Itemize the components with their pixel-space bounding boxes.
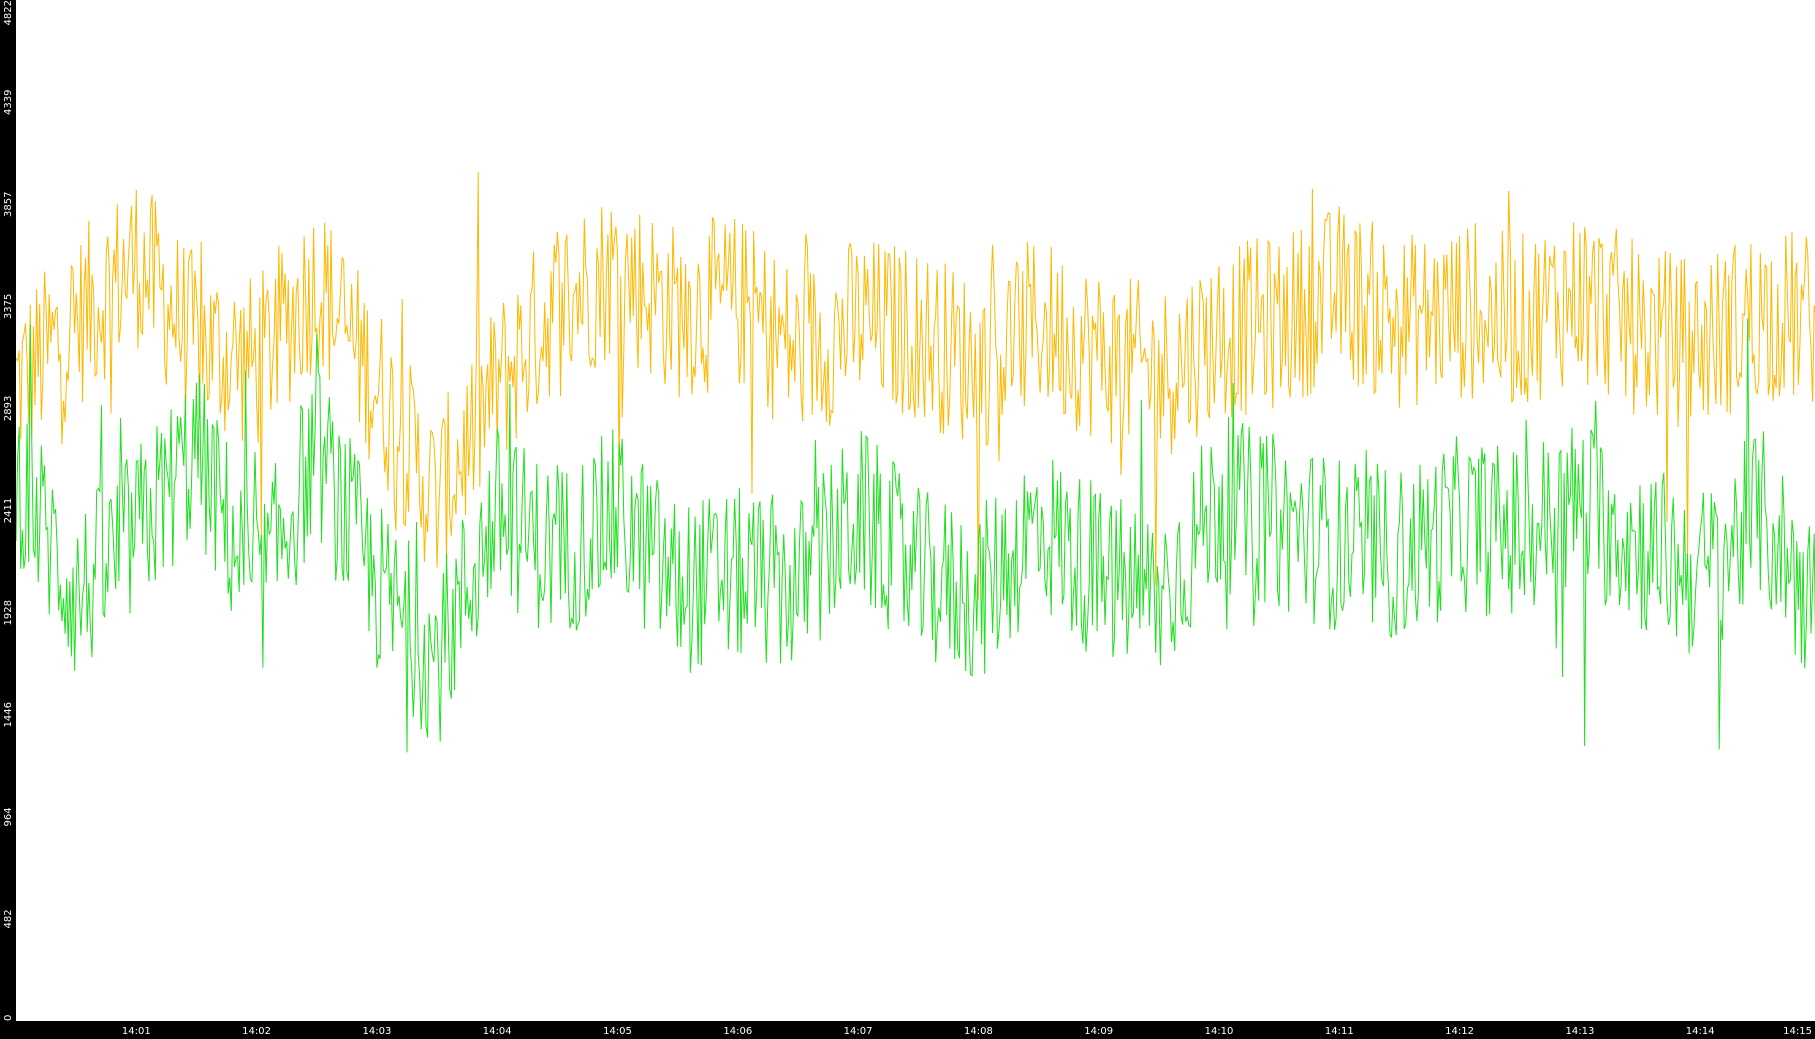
x-tick-label: 14:15 <box>1783 1026 1812 1037</box>
x-tick-label: 14:14 <box>1686 1026 1715 1037</box>
y-tick-label: 964 <box>3 807 14 826</box>
x-tick-label: 14:11 <box>1325 1026 1354 1037</box>
x-tick-label: 14:12 <box>1445 1026 1474 1037</box>
x-tick-label: 14:13 <box>1565 1026 1594 1037</box>
x-tick-label: 14:02 <box>242 1026 271 1037</box>
y-tick-label: 3375 <box>3 294 14 319</box>
y-tick-label: 2893 <box>3 396 14 421</box>
x-tick-label: 14:06 <box>723 1026 752 1037</box>
x-axis-bar <box>0 1021 1815 1039</box>
y-tick-label: 4339 <box>3 90 14 115</box>
chart-root: 0 482 964 1446 1928 2411 2893 3375 3857 4339 4822 … <box>0 0 1815 1039</box>
x-tick-label: 14:01 <box>122 1026 151 1037</box>
x-tick-label: 14:09 <box>1084 1026 1113 1037</box>
y-tick-label: 2411 <box>3 498 14 523</box>
x-tick-label: 14:04 <box>483 1026 512 1037</box>
y-tick-label: 3857 <box>3 192 14 217</box>
x-tick-label: 14:03 <box>362 1026 391 1037</box>
x-tick-label: 14:07 <box>844 1026 873 1037</box>
y-tick-label: 0 <box>3 1015 14 1021</box>
y-tick-label: 482 <box>3 909 14 928</box>
x-tick-label: 14:10 <box>1205 1026 1234 1037</box>
y-tick-label: 1928 <box>3 600 14 625</box>
y-tick-label: 4822 <box>3 0 14 25</box>
line-chart: 048296414461928241128933375385743394822 … <box>0 0 1815 1039</box>
x-tick-label: 14:08 <box>964 1026 993 1037</box>
x-tick-label: 14:05 <box>603 1026 632 1037</box>
plot-background <box>0 0 1815 1039</box>
y-tick-label: 1446 <box>3 702 14 727</box>
